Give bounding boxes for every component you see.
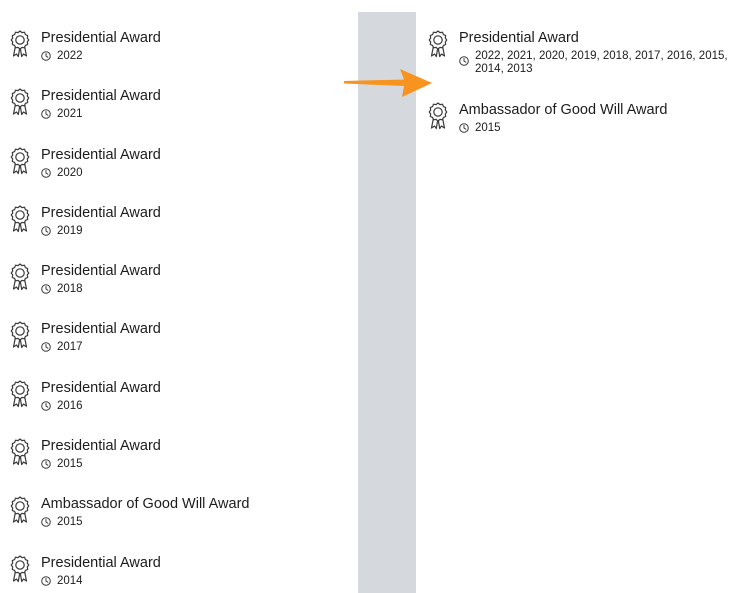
clock-icon (459, 56, 469, 66)
award-years-text: 2014 (57, 574, 83, 587)
clock-icon (41, 109, 51, 119)
award-years-text: 2020 (57, 166, 83, 179)
clock-icon (41, 401, 51, 411)
award-title: Presidential Award (41, 438, 161, 455)
award-item[interactable]: Presidential Award 2015 (10, 437, 249, 495)
award-ribbon-icon (10, 380, 30, 408)
award-title: Presidential Award (41, 146, 161, 163)
award-item[interactable]: Ambassador of Good Will Award 2015 (10, 495, 249, 553)
clock-icon (41, 51, 51, 61)
award-ribbon-icon (10, 263, 30, 291)
award-years: 2022, 2021, 2020, 2019, 2018, 2017, 2016… (459, 50, 738, 76)
award-years-text: 2015 (57, 516, 83, 529)
award-years: 2019 (41, 225, 161, 238)
award-years-text: 2015 (57, 458, 83, 471)
award-years: 2017 (41, 341, 161, 354)
award-title: Presidential Award (41, 554, 161, 571)
award-title: Presidential Award (41, 379, 161, 396)
award-years: 2021 (41, 108, 161, 121)
award-title: Ambassador of Good Will Award (459, 102, 668, 118)
clock-icon (41, 342, 51, 352)
award-years: 2015 (459, 122, 667, 135)
award-years: 2022 (41, 50, 161, 63)
awards-comparison: Presidential Award 2022 Presidential Awa… (0, 0, 741, 593)
award-ribbon-icon (10, 30, 30, 58)
award-years-text: 2018 (57, 283, 83, 296)
award-years-text: 2016 (57, 399, 83, 412)
clock-icon (41, 517, 51, 527)
awards-list-before: Presidential Award 2022 Presidential Awa… (10, 29, 249, 593)
award-item[interactable]: Presidential Award 2017 (10, 320, 249, 378)
award-ribbon-icon (428, 102, 448, 130)
award-item[interactable]: Presidential Award 2021 (10, 87, 249, 145)
award-years: 2015 (41, 458, 161, 471)
award-ribbon-icon (428, 30, 448, 58)
award-years: 2020 (41, 167, 161, 180)
award-years-text: 2022, 2021, 2020, 2019, 2018, 2017, 2016… (475, 50, 728, 75)
award-ribbon-icon (10, 496, 30, 524)
arrow-shape (344, 69, 432, 97)
clock-icon (41, 168, 51, 178)
award-title: Presidential Award (41, 204, 161, 221)
clock-icon (41, 226, 51, 236)
award-item[interactable]: Presidential Award 2014 (10, 554, 249, 593)
award-years: 2016 (41, 400, 161, 413)
award-item[interactable]: Presidential Award 2022 (10, 29, 249, 87)
award-title: Presidential Award (41, 263, 161, 280)
award-title: Presidential Award (459, 30, 579, 46)
clock-icon (41, 459, 51, 469)
award-years-text: 2019 (57, 224, 83, 237)
awards-list-after: Presidential Award 2022, 2021, 2020, 201… (428, 29, 738, 135)
award-item[interactable]: Presidential Award 2019 (10, 204, 249, 262)
award-title: Presidential Award (41, 88, 161, 105)
award-title: Presidential Award (41, 30, 161, 46)
clock-icon (459, 123, 469, 133)
award-years-text: 2015 (475, 122, 501, 134)
clock-icon (41, 576, 51, 586)
clock-icon (41, 284, 51, 294)
award-item[interactable]: Presidential Award 2018 (10, 262, 249, 320)
award-item[interactable]: Presidential Award 2022, 2021, 2020, 201… (428, 29, 738, 101)
award-ribbon-icon (10, 555, 30, 583)
arrow-right-icon (344, 69, 432, 97)
award-years-text: 2017 (57, 341, 83, 354)
award-years-text: 2021 (57, 108, 83, 121)
award-ribbon-icon (10, 321, 30, 349)
award-years: 2014 (41, 575, 161, 588)
award-ribbon-icon (10, 205, 30, 233)
award-title: Presidential Award (41, 321, 161, 338)
award-item[interactable]: Ambassador of Good Will Award 2015 (428, 101, 738, 135)
award-title: Ambassador of Good Will Award (41, 496, 250, 513)
award-ribbon-icon (10, 88, 30, 116)
award-ribbon-icon (10, 438, 30, 466)
award-ribbon-icon (10, 147, 30, 175)
award-years: 2018 (41, 283, 161, 296)
award-years-text: 2022 (57, 50, 83, 62)
award-years: 2015 (41, 516, 249, 529)
award-item[interactable]: Presidential Award 2020 (10, 146, 249, 204)
award-item[interactable]: Presidential Award 2016 (10, 379, 249, 437)
